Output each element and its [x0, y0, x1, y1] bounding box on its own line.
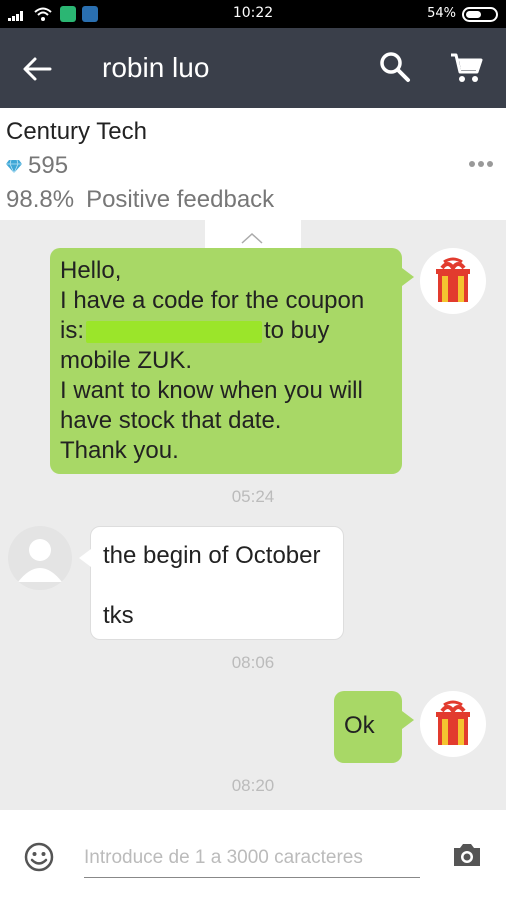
more-options-icon[interactable] — [468, 160, 494, 168]
message-input-bar — [0, 810, 506, 900]
seller-feedback: 98.8% Positive feedback — [6, 186, 274, 214]
message-timestamp: 05:24 — [231, 487, 275, 506]
gift-avatar-icon — [436, 700, 470, 745]
search-icon[interactable] — [378, 50, 412, 84]
message-bubble-outgoing[interactable]: Ok — [334, 691, 414, 763]
seller-score-value: 595 — [28, 152, 69, 179]
chat-header: robin luo — [0, 28, 506, 108]
message-text: is: — [60, 317, 84, 344]
message-bubble-outgoing[interactable]: Hello, I have a code for the coupon is: t… — [50, 248, 414, 474]
seller-score: 595 — [6, 152, 68, 180]
status-bar: 10:22 54% — [0, 0, 506, 28]
battery-fill — [466, 11, 481, 18]
chat-area[interactable]: 20 ay Hello, I have a code for the coupo… — [0, 220, 506, 810]
message-line: Hello, — [60, 257, 122, 284]
message-line: Ok — [344, 712, 375, 739]
message-line: mobile ZUK. — [60, 347, 193, 374]
seller-info-panel[interactable]: Century Tech 595 98.8% Positive feedback — [0, 108, 506, 220]
feedback-percent: 98.8% — [6, 186, 75, 213]
bubble-tail — [402, 711, 414, 729]
user-avatar[interactable] — [420, 691, 486, 757]
battery-percent: 54% — [427, 6, 456, 21]
message-line: have stock that date. — [60, 407, 282, 434]
message-bubble-incoming[interactable]: the begin of October tks — [79, 526, 344, 640]
camera-icon[interactable] — [452, 842, 482, 868]
diamond-icon — [6, 159, 22, 173]
back-arrow-icon[interactable] — [20, 52, 54, 86]
message-line: tks — [103, 602, 134, 629]
chevron-up-icon — [241, 232, 263, 244]
contact-avatar[interactable] — [8, 526, 72, 590]
feedback-label: Positive feedback — [86, 186, 275, 213]
bubble-tail — [402, 268, 414, 286]
contact-name: robin luo — [102, 52, 210, 83]
message-text: to buy — [264, 317, 330, 344]
bubble-tail — [79, 549, 91, 567]
message-input[interactable] — [84, 838, 420, 878]
gift-avatar-icon — [436, 257, 470, 302]
message-line: the begin of October — [103, 542, 321, 569]
message-line-redacted: is: to buy — [60, 316, 392, 346]
message-line: I want to know when you will — [60, 377, 363, 404]
default-user-icon — [18, 539, 62, 582]
emoji-icon[interactable] — [24, 842, 54, 872]
shopping-cart-icon[interactable] — [448, 50, 484, 86]
user-avatar[interactable] — [420, 248, 486, 314]
message-timestamp: 08:20 — [231, 776, 275, 795]
battery-icon — [462, 7, 498, 22]
redacted-code — [86, 320, 262, 343]
message-line: I have a code for the coupon — [60, 287, 365, 314]
message-line: Thank you. — [60, 437, 179, 464]
seller-name: Century Tech — [6, 118, 147, 145]
message-timestamp: 08:06 — [231, 653, 275, 672]
